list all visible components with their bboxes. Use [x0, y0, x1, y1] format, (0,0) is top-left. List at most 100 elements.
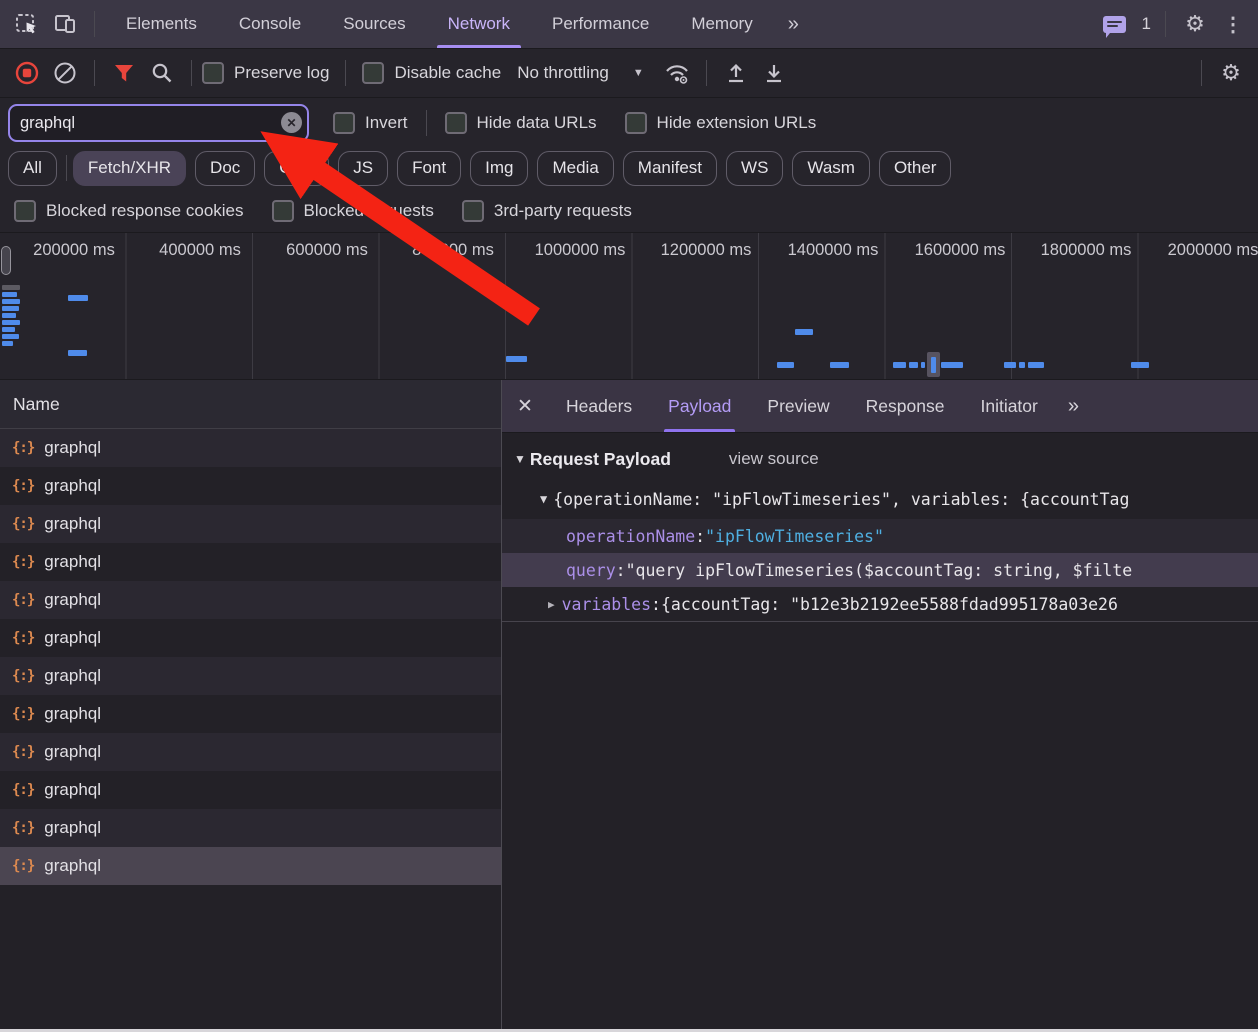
tab-initiator[interactable]: Initiator — [962, 380, 1055, 432]
waterfall-bar[interactable] — [795, 329, 813, 335]
chip-fetch-xhr[interactable]: Fetch/XHR — [73, 151, 186, 186]
table-row[interactable]: {:}graphql — [0, 581, 501, 619]
payload-entry-query[interactable]: query: "query ipFlowTimeseries($accountT… — [502, 553, 1258, 587]
waterfall-bar[interactable] — [506, 356, 527, 362]
inspect-element-button[interactable] — [8, 7, 46, 41]
filter-toggle-button[interactable] — [105, 56, 143, 90]
waterfall-bar[interactable] — [2, 306, 19, 311]
record-network-log-button[interactable] — [8, 56, 46, 90]
waterfall-bar[interactable] — [830, 362, 849, 368]
chip-js[interactable]: JS — [338, 151, 388, 186]
table-row[interactable]: {:}graphql — [0, 429, 501, 467]
clear-filter-icon[interactable]: ✕ — [281, 112, 302, 133]
filter-input[interactable] — [10, 114, 307, 133]
waterfall-bar[interactable] — [2, 313, 16, 318]
waterfall-bar[interactable] — [68, 295, 88, 301]
waterfall-bar[interactable] — [2, 299, 20, 304]
third-party-requests-checkbox[interactable] — [462, 200, 484, 222]
search-button[interactable] — [143, 56, 181, 90]
device-toolbar-button[interactable] — [46, 7, 84, 41]
tab-memory[interactable]: Memory — [670, 0, 773, 48]
column-header-name[interactable]: Name — [0, 380, 501, 429]
tab-performance[interactable]: Performance — [531, 0, 670, 48]
chip-ws[interactable]: WS — [726, 151, 783, 186]
table-row[interactable]: {:}graphql — [0, 619, 501, 657]
network-settings-button[interactable]: ⚙ — [1212, 56, 1250, 90]
table-row[interactable]: {:}graphql — [0, 505, 501, 543]
view-source-link[interactable]: view source — [729, 449, 819, 469]
devtools-menu-button[interactable]: ⋮ — [1214, 7, 1252, 41]
issues-message-button[interactable] — [1096, 7, 1134, 41]
tab-network[interactable]: Network — [427, 0, 531, 48]
tab-payload[interactable]: Payload — [650, 380, 749, 432]
throttling-select[interactable]: No throttling ▼ — [517, 63, 644, 83]
chip-img[interactable]: Img — [470, 151, 528, 186]
waterfall-bar[interactable] — [2, 320, 20, 325]
table-row[interactable]: {:}graphql — [0, 467, 501, 505]
export-har-button[interactable] — [755, 56, 793, 90]
table-row[interactable]: {:}graphql — [0, 771, 501, 809]
waterfall-bar[interactable] — [2, 327, 15, 332]
tab-headers[interactable]: Headers — [548, 380, 650, 432]
request-name: graphql — [44, 590, 101, 610]
waterfall-bar[interactable] — [893, 362, 906, 368]
table-row[interactable]: {:}graphql — [0, 809, 501, 847]
clear-network-log-button[interactable] — [46, 56, 84, 90]
tab-label: Headers — [566, 396, 632, 417]
waterfall-bar[interactable] — [921, 362, 925, 368]
more-details-tabs-icon[interactable]: » — [1056, 395, 1089, 418]
table-row-selected[interactable]: {:}graphql — [0, 847, 501, 885]
hide-data-urls-checkbox[interactable] — [445, 112, 467, 134]
waterfall-bar[interactable] — [1028, 362, 1044, 368]
waterfall-bar[interactable] — [2, 341, 13, 346]
chip-css[interactable]: CSS — [264, 151, 329, 186]
waterfall-bar[interactable] — [68, 350, 87, 356]
payload-root-node[interactable]: ▼ {operationName: "ipFlowTimeseries", va… — [502, 479, 1258, 519]
waterfall-bar[interactable] — [909, 362, 918, 368]
waterfall-bar[interactable] — [777, 362, 794, 368]
payload-entry-operationname[interactable]: operationName: "ipFlowTimeseries" — [502, 519, 1258, 553]
network-conditions-button[interactable] — [658, 56, 696, 90]
preserve-log-checkbox[interactable] — [202, 62, 224, 84]
waterfall-bar[interactable] — [1004, 362, 1016, 368]
chip-font[interactable]: Font — [397, 151, 461, 186]
disable-cache-checkbox[interactable] — [362, 62, 384, 84]
collapse-triangle-icon[interactable]: ▼ — [514, 452, 526, 466]
chip-media[interactable]: Media — [537, 151, 613, 186]
waterfall-bar[interactable] — [2, 285, 20, 290]
tab-sources[interactable]: Sources — [322, 0, 426, 48]
blocked-requests-checkbox[interactable] — [272, 200, 294, 222]
waterfall-bar[interactable] — [2, 292, 17, 297]
tab-console[interactable]: Console — [218, 0, 322, 48]
tab-elements[interactable]: Elements — [105, 0, 218, 48]
close-details-icon[interactable]: ✕ — [502, 395, 548, 418]
chip-all[interactable]: All — [8, 151, 57, 186]
tab-preview[interactable]: Preview — [749, 380, 847, 432]
more-tabs-icon[interactable]: » — [774, 13, 811, 36]
table-row[interactable]: {:}graphql — [0, 543, 501, 581]
waterfall-bar[interactable] — [2, 334, 19, 339]
payload-entry-variables[interactable]: ▶ variables: {accountTag: "b12e3b2192ee5… — [502, 587, 1258, 621]
settings-button[interactable]: ⚙ — [1176, 7, 1214, 41]
hide-extension-urls-checkbox[interactable] — [625, 112, 647, 134]
invert-checkbox[interactable] — [333, 112, 355, 134]
chip-doc[interactable]: Doc — [195, 151, 255, 186]
collapse-triangle-icon[interactable]: ▼ — [540, 492, 547, 506]
blocked-response-cookies-checkbox[interactable] — [14, 200, 36, 222]
tab-response[interactable]: Response — [848, 380, 963, 432]
waterfall-bar[interactable] — [1019, 362, 1025, 368]
table-row[interactable]: {:}graphql — [0, 695, 501, 733]
fetch-xhr-icon: {:} — [12, 630, 34, 646]
chip-wasm[interactable]: Wasm — [792, 151, 870, 186]
table-row[interactable]: {:}graphql — [0, 657, 501, 695]
expand-triangle-icon[interactable]: ▶ — [548, 598, 555, 611]
import-har-button[interactable] — [717, 56, 755, 90]
network-overview-timeline[interactable]: 200000 ms 400000 ms 600000 ms 800000 ms … — [0, 233, 1258, 380]
waterfall-bar[interactable] — [941, 362, 963, 368]
waterfall-selected-bar[interactable] — [927, 352, 940, 377]
waterfall-bar[interactable] — [1131, 362, 1149, 368]
chip-other[interactable]: Other — [879, 151, 952, 186]
table-row[interactable]: {:}graphql — [0, 733, 501, 771]
request-rows: {:}graphql {:}graphql {:}graphql {:}grap… — [0, 429, 501, 885]
chip-manifest[interactable]: Manifest — [623, 151, 717, 186]
